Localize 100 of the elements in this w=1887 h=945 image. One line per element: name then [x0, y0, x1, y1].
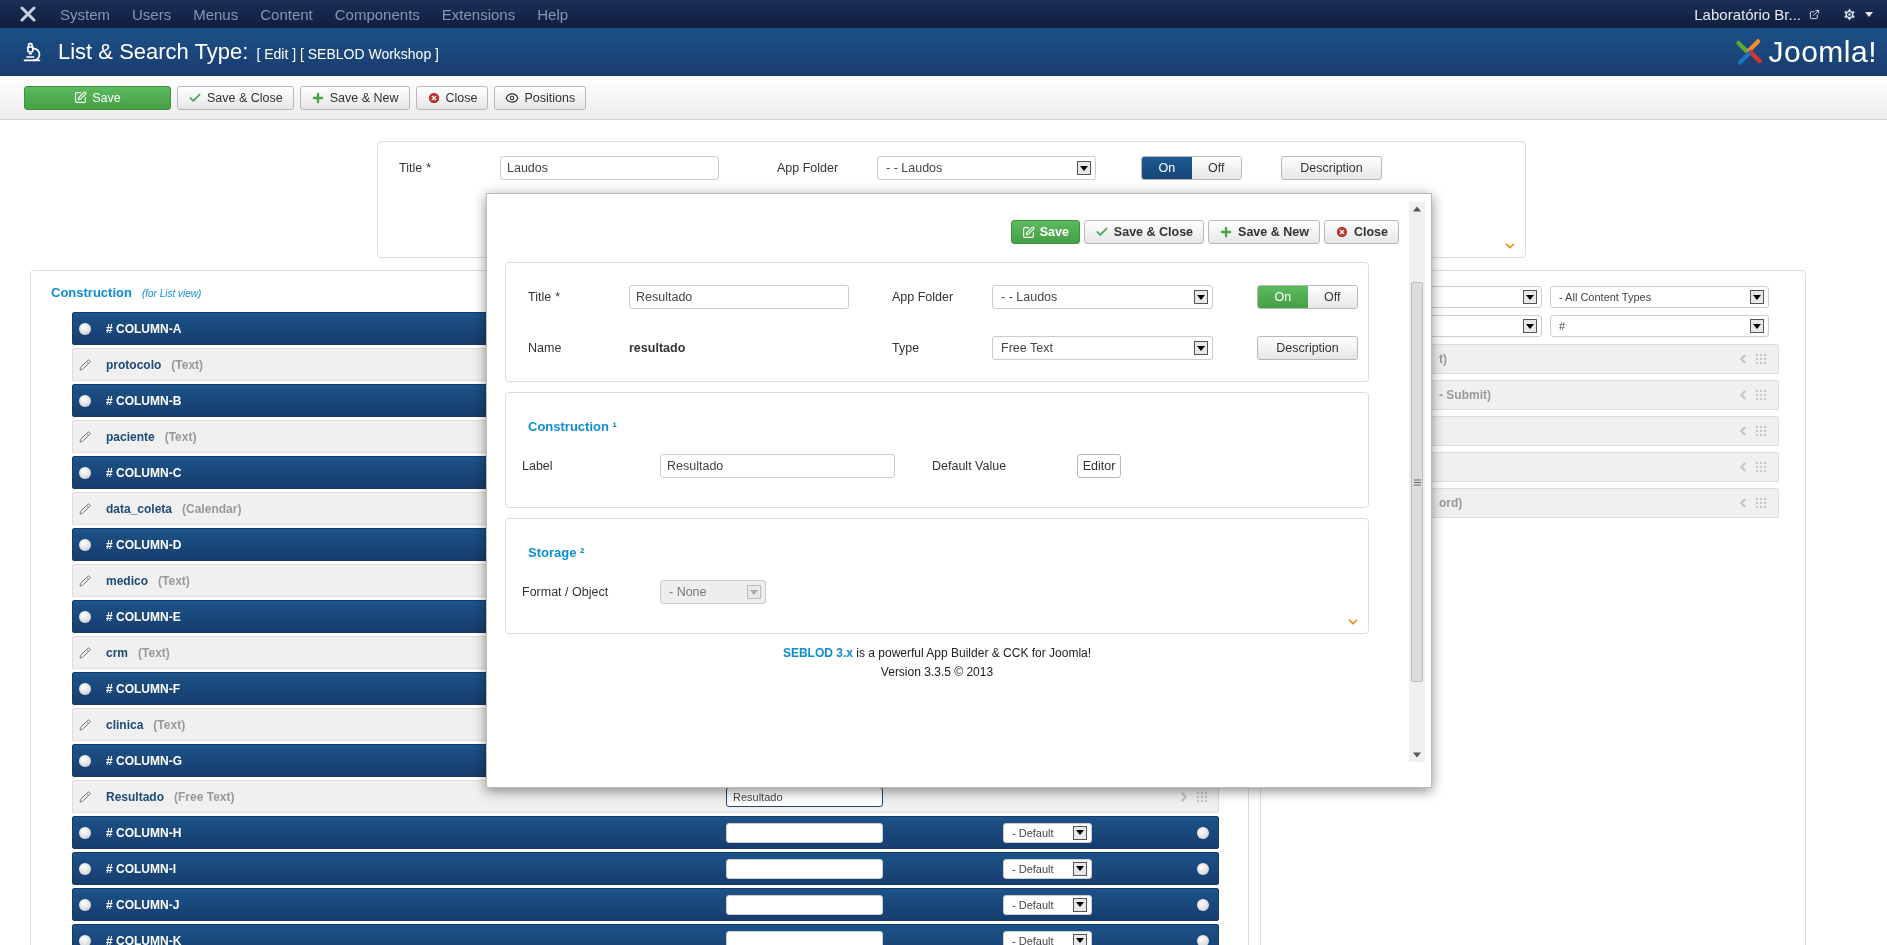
filter-select[interactable]: #: [1550, 315, 1769, 337]
site-link[interactable]: Laboratório Br...: [1694, 5, 1801, 23]
field-name: crm: [106, 645, 128, 660]
circle-icon: [79, 826, 91, 839]
field-type: (Text): [138, 645, 170, 660]
check-button[interactable]: Save & Close: [177, 85, 294, 110]
field-name: protocolo: [106, 357, 162, 372]
field-name: clinica: [106, 717, 144, 732]
menu-item[interactable]: Extensions: [441, 5, 516, 23]
close-icon: [1334, 225, 1349, 239]
page-subtitle: [ Edit ] [ SEBLOD Workshop ]: [256, 46, 439, 62]
scroll-down-icon[interactable]: [1413, 752, 1421, 758]
app-folder-select[interactable]: - - Laudos: [877, 156, 1096, 180]
radio-button[interactable]: [1197, 898, 1209, 911]
close-icon: [426, 90, 441, 105]
field-name: Resultado: [106, 789, 164, 804]
menu-item[interactable]: Help: [537, 5, 569, 23]
drag-handle-icon[interactable]: [1754, 352, 1768, 366]
value-input[interactable]: [726, 822, 883, 843]
field-label: Format / Object: [522, 585, 610, 599]
menu-item[interactable]: Users: [132, 5, 172, 23]
value-input[interactable]: [726, 930, 883, 945]
field-type: (Text): [153, 717, 186, 732]
field-label: Name: [528, 341, 563, 355]
close-button[interactable]: Close: [1323, 220, 1399, 244]
column-label: # COLUMN-A: [106, 321, 182, 336]
toggle-option[interactable]: Off: [1191, 157, 1241, 179]
circle-icon: [79, 466, 91, 479]
menu-item[interactable]: Components: [334, 5, 420, 23]
label-input[interactable]: Resultado: [660, 454, 895, 478]
joomla-logo-icon[interactable]: [20, 6, 36, 22]
editor-button[interactable]: Editor: [1077, 454, 1121, 478]
seblod-link[interactable]: SEBLOD 3.x: [782, 646, 853, 660]
drag-handle-icon[interactable]: [1195, 789, 1209, 804]
default-select[interactable]: - Default: [1003, 822, 1092, 843]
positions-button[interactable]: Positions: [494, 85, 587, 110]
toggle-option[interactable]: Off: [1307, 286, 1357, 308]
column-label: # COLUMN-E: [106, 609, 181, 624]
section-title: Storage ²: [528, 545, 586, 560]
toggle-option[interactable]: On: [1142, 157, 1192, 179]
section-note: (for List view): [141, 288, 202, 299]
column-row[interactable]: # COLUMN-K - Default: [72, 924, 1219, 945]
column-row[interactable]: # COLUMN-I - Default: [72, 852, 1219, 885]
default-select[interactable]: - Default: [1003, 894, 1092, 915]
radio-button[interactable]: [1197, 826, 1209, 839]
default-select[interactable]: - Default: [1003, 858, 1092, 879]
filter-select[interactable]: - All Content Types: [1550, 286, 1769, 308]
external-link-icon: [1809, 8, 1820, 20]
app-folder-select[interactable]: - - Laudos: [992, 285, 1213, 309]
column-row[interactable]: # COLUMN-H - Default: [72, 816, 1219, 849]
value-input[interactable]: [726, 894, 883, 915]
settings-icon[interactable]: [1842, 6, 1857, 22]
field-label: Label: [522, 459, 554, 473]
field-type: (Free Text): [174, 789, 235, 804]
drag-handle-icon[interactable]: [1754, 388, 1768, 402]
new-button[interactable]: Save & New: [1208, 220, 1320, 244]
circle-icon: [79, 934, 91, 945]
section-title: Construction: [51, 285, 132, 300]
version-text: Version 3.3.5 © 2013: [879, 664, 995, 681]
scroll-up-icon[interactable]: [1413, 206, 1421, 212]
radio-button[interactable]: [1197, 934, 1209, 945]
menu-item[interactable]: Content: [260, 5, 313, 23]
field-name: data_coleta: [106, 501, 173, 516]
field-type: t): [1439, 352, 1447, 366]
new-button[interactable]: Save & New: [299, 85, 410, 110]
menu-item[interactable]: Menus: [193, 5, 239, 23]
column-row[interactable]: # COLUMN-J - Default: [72, 888, 1219, 921]
radio-button[interactable]: [1197, 862, 1209, 875]
pencil-icon[interactable]: [79, 646, 91, 659]
pencil-icon[interactable]: [79, 358, 91, 371]
menu-item[interactable]: System: [60, 5, 110, 23]
scrollbar[interactable]: [1409, 202, 1425, 762]
pencil-icon[interactable]: [79, 574, 91, 587]
drag-handle-icon[interactable]: [1754, 460, 1768, 474]
value-input[interactable]: Resultado: [726, 786, 883, 807]
plus-icon: [1219, 225, 1234, 239]
description-button[interactable]: Description: [1257, 336, 1358, 360]
title-input[interactable]: Resultado: [629, 285, 849, 309]
field-type: - Submit): [1439, 388, 1491, 402]
pencil-icon[interactable]: [79, 790, 91, 803]
pencil-icon[interactable]: [79, 430, 91, 443]
close-button[interactable]: Close: [415, 85, 489, 110]
circle-icon: [79, 538, 91, 551]
eye-icon: [505, 90, 520, 105]
field-type: (Text): [164, 429, 197, 444]
check-button[interactable]: Save & Close: [1083, 220, 1205, 244]
plus-icon: [310, 90, 325, 105]
value-input[interactable]: [726, 858, 883, 879]
column-label: # COLUMN-D: [106, 537, 182, 552]
drag-handle-icon[interactable]: [1754, 496, 1768, 510]
description-button[interactable]: Description: [1281, 156, 1382, 180]
default-select[interactable]: - Default: [1003, 930, 1092, 945]
field-label: Type: [892, 341, 921, 355]
title-input[interactable]: Laudos: [500, 156, 719, 180]
pencil-icon[interactable]: [79, 502, 91, 515]
pencil-icon[interactable]: [79, 718, 91, 731]
circle-icon: [79, 898, 91, 911]
type-select[interactable]: Free Text: [992, 336, 1213, 360]
drag-handle-icon[interactable]: [1754, 424, 1768, 438]
microscope-icon: [22, 42, 42, 62]
